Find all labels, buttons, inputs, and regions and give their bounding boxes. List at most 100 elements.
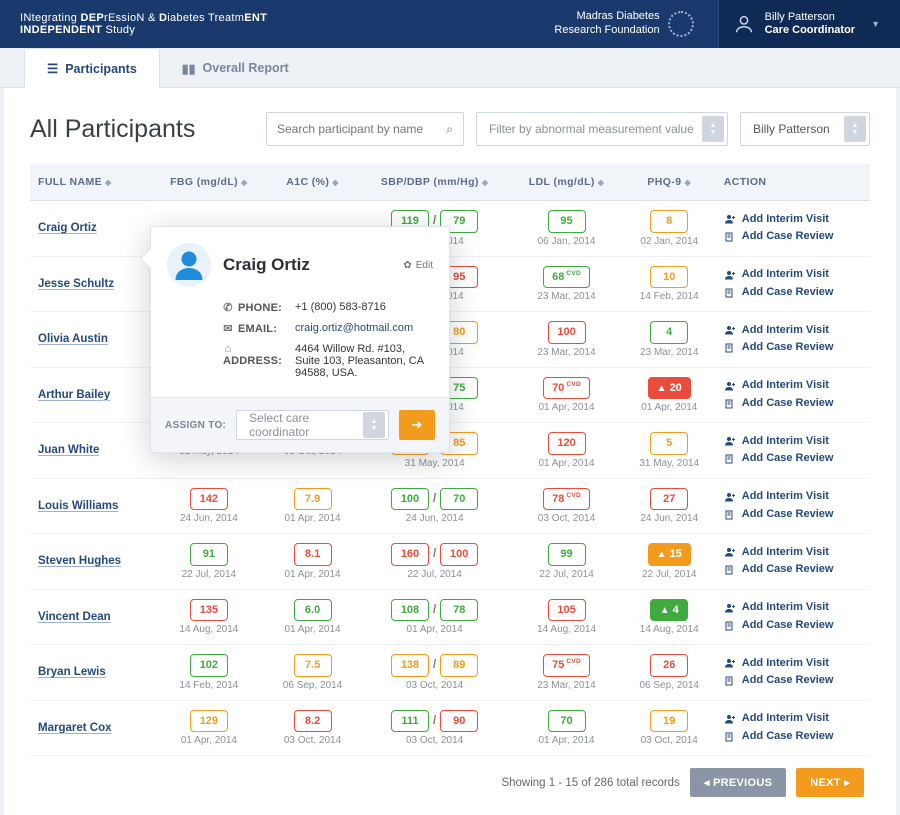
measure-date: 14 Aug, 2014 [160,624,259,635]
previous-button[interactable]: ◂ PREVIOUS [690,768,786,797]
measure-badge: 129 [190,710,228,733]
participant-link[interactable]: Bryan Lewis [38,666,106,678]
add-case-review-link[interactable]: Add Case Review [724,617,862,635]
filter-coordinator[interactable]: Billy Patterson ▲▼ [740,112,870,146]
add-case-review-link[interactable]: Add Case Review [724,284,862,302]
add-user-icon [724,546,736,558]
add-user-icon [724,602,736,614]
ldl-badge: 120 [548,432,586,455]
dbp-badge: 100 [440,543,478,566]
measure-date: 24 Jun, 2014 [367,513,503,524]
measure-date: 14 Feb, 2014 [631,291,708,302]
sort-icon: ◆ [332,178,339,187]
add-review-icon [724,287,736,299]
filter-measurement[interactable]: Filter by abnormal measurement value ▲▼ [476,112,728,146]
add-interim-visit-link[interactable]: Add Interim Visit [724,211,862,229]
assign-submit-button[interactable]: ➔ [399,410,435,440]
measure-badge: 7.9 [294,488,332,511]
add-interim-visit-link[interactable]: Add Interim Visit [724,544,862,562]
add-interim-visit-link[interactable]: Add Interim Visit [724,377,862,395]
table-row: Bryan Lewis10214 Feb, 20147.506 Sep, 201… [30,645,870,701]
measure-date: 24 Jun, 2014 [631,513,708,524]
add-case-review-link[interactable]: Add Case Review [724,339,862,357]
measure-date: 23 Mar, 2014 [518,680,614,691]
measure-date: 01 Apr, 2014 [274,624,351,635]
measure-date: 01 Apr, 2014 [274,569,351,580]
add-case-review-link[interactable]: Add Case Review [724,561,862,579]
measure-date: 06 Jan, 2014 [518,236,614,247]
gear-icon: ✿ [403,260,411,271]
phq-badge: 10 [650,266,688,289]
add-interim-visit-link[interactable]: Add Interim Visit [724,710,862,728]
avatar-icon [167,243,211,287]
next-button[interactable]: NEXT ▸ [796,768,864,797]
measure-date: 06 Sep, 2014 [631,680,708,691]
phq-badge: 26 [650,654,688,677]
add-case-review-link[interactable]: Add Case Review [724,728,862,746]
participant-link[interactable]: Juan White [38,444,99,456]
assign-coordinator-select[interactable]: Select care coordinator ▲▼ [236,410,389,440]
add-interim-visit-link[interactable]: Add Interim Visit [724,322,862,340]
measure-date: 02 Jan, 2014 [631,236,708,247]
sbp-badge: 108 [391,599,429,622]
add-case-review-link[interactable]: Add Case Review [724,506,862,524]
measure-date: 01 Apr, 2014 [274,513,351,524]
add-review-icon [724,731,736,743]
participant-link[interactable]: Louis Williams [38,500,118,512]
add-interim-visit-link[interactable]: Add Interim Visit [724,266,862,284]
tab-participants[interactable]: ☰Participants [24,48,160,88]
add-review-icon [724,342,736,354]
col-a1c[interactable]: A1C (%)◆ [266,164,359,201]
add-case-review-link[interactable]: Add Case Review [724,228,862,246]
add-case-review-link[interactable]: Add Case Review [724,395,862,413]
participant-link[interactable]: Arthur Bailey [38,389,110,401]
sbp-badge: 100 [391,488,429,511]
search-box[interactable]: ⌕ [266,112,464,146]
participant-link[interactable]: Steven Hughes [38,555,121,567]
participant-link[interactable]: Craig Ortiz [38,222,97,234]
search-icon[interactable]: ⌕ [446,122,453,137]
chevron-down-icon: ▼ [871,19,880,29]
add-interim-visit-link[interactable]: Add Interim Visit [724,655,862,673]
add-interim-visit-link[interactable]: Add Interim Visit [724,433,862,451]
col-phq[interactable]: PHQ-9◆ [623,164,716,201]
add-user-icon [724,269,736,281]
add-review-icon [724,675,736,687]
add-interim-visit-link[interactable]: Add Interim Visit [724,488,862,506]
tab-overall-report[interactable]: ▮▮Overall Report [160,48,311,87]
add-case-review-link[interactable]: Add Case Review [724,672,862,690]
col-bp[interactable]: SBP/DBP (mm/Hg)◆ [359,164,511,201]
search-input[interactable] [277,122,446,136]
ldl-badge: 100 [548,321,586,344]
pager-summary: Showing 1 - 15 of 286 total records [501,777,679,789]
table-row: Louis Williams14224 Jun, 20147.901 Apr, … [30,478,870,534]
sort-icon: ◆ [482,178,489,187]
spinner-icon[interactable]: ▲▼ [363,412,385,438]
col-fbg[interactable]: FBG (mg/dL)◆ [152,164,267,201]
participant-link[interactable]: Olivia Austin [38,333,108,345]
measure-date: 03 Oct, 2014 [518,513,614,524]
warning-icon: ▲ [657,549,667,560]
participant-popover: Craig Ortiz ✿Edit ✆PHONE:+1 (800) 583-87… [150,226,450,453]
col-name[interactable]: FULL NAME◆ [30,164,152,201]
title-line-1: INtegrating DEPrEssioN & Diabetes Treatm… [20,12,554,24]
measure-date: 01 Apr, 2014 [518,458,614,469]
measure-date: 22 Jul, 2014 [160,569,259,580]
participant-link[interactable]: Vincent Dean [38,611,111,623]
add-case-review-link[interactable]: Add Case Review [724,450,862,468]
add-user-icon [724,657,736,669]
add-interim-visit-link[interactable]: Add Interim Visit [724,599,862,617]
home-icon: ⌂ [223,343,233,355]
user-menu[interactable]: Billy Patterson Care Coordinator ▼ [718,0,900,48]
col-ldl[interactable]: LDL (mg/dL)◆ [510,164,622,201]
spinner-icon[interactable]: ▲▼ [702,116,724,142]
participant-link[interactable]: Jesse Schultz [38,278,114,290]
spinner-icon[interactable]: ▲▼ [844,116,866,142]
warning-icon: ▲ [660,605,670,616]
sort-icon: ◆ [241,178,248,187]
edit-button[interactable]: ✿Edit [403,260,433,271]
email-value[interactable]: craig.ortiz@hotmail.com [295,322,433,334]
ldl-badge: 68CVD [543,266,590,289]
measure-date: 06 Sep, 2014 [274,680,351,691]
popover-name: Craig Ortiz [223,255,391,275]
